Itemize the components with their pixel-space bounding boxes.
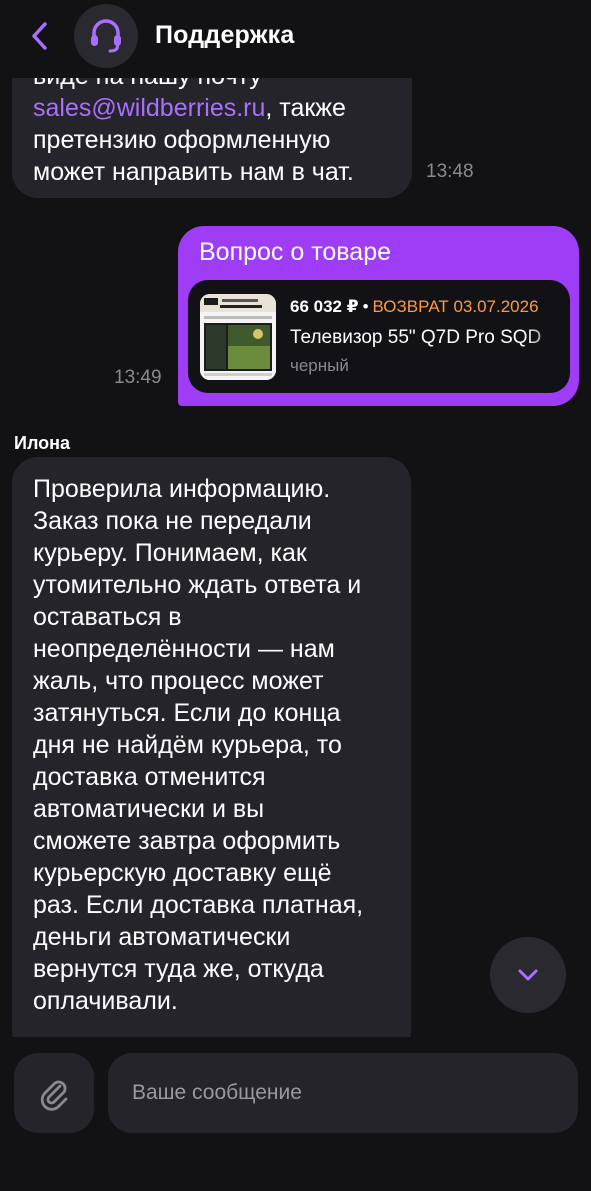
support-avatar[interactable]	[74, 4, 138, 68]
message-time: 13:49	[114, 367, 162, 388]
product-price-line: 66 032 ₽ • ВОЗВРАТ 03.07.2026	[290, 297, 539, 317]
attach-button[interactable]	[14, 1053, 94, 1133]
back-button[interactable]	[22, 18, 58, 54]
chevron-down-icon	[518, 969, 538, 981]
scroll-down-button[interactable]	[490, 937, 566, 1013]
headset-icon	[91, 19, 121, 53]
message-composer	[0, 1037, 591, 1191]
support-message-reply: Проверила информацию. Заказ пока не пере…	[12, 457, 411, 1057]
return-date-label: ВОЗВРАТ 03.07.2026	[372, 297, 539, 316]
tv-product-image	[200, 294, 276, 380]
product-color: черный	[290, 356, 349, 375]
chevron-left-icon	[32, 22, 47, 50]
message-time: 13:48	[426, 161, 474, 182]
message-text-line: претензию оформленную	[33, 126, 331, 154]
message-input[interactable]	[108, 1053, 578, 1133]
email-link[interactable]: sales@wildberries.ru	[33, 94, 265, 122]
chat-header: Поддержка	[0, 0, 591, 78]
user-message-product: Вопрос о товаре 66 032 ₽ • ВОЗВРАТ 03.07.2…	[178, 226, 579, 406]
product-question-title: Вопрос о товаре	[199, 238, 392, 266]
chat-title: Поддержка	[155, 21, 295, 49]
product-card[interactable]: 66 032 ₽ • ВОЗВРАТ 03.07.2026 Телевизор 55…	[188, 280, 570, 393]
product-price: 66 032 ₽	[290, 297, 359, 316]
sender-name: Илона	[14, 433, 71, 453]
separator-dot: •	[362, 297, 369, 316]
message-text-line: может направить нам в чат.	[33, 158, 354, 186]
message-text-line: sales@wildberries.ru, также	[33, 92, 394, 124]
message-text-fragment: , также	[265, 94, 346, 122]
product-thumbnail	[200, 294, 276, 380]
product-name: Телевизор 55" Q7D Pro SQD	[290, 327, 542, 348]
paperclip-icon	[40, 1080, 68, 1111]
